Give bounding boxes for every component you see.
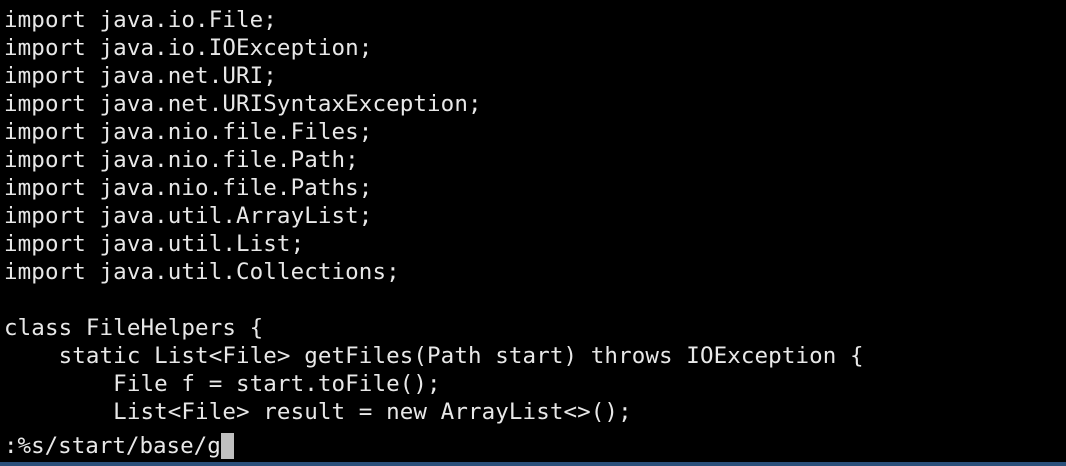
window-bottom-border xyxy=(0,462,1066,466)
code-line: import java.net.URI; xyxy=(4,63,277,89)
code-line: List<File> result = new ArrayList<>(); xyxy=(4,399,632,425)
code-line: import java.io.IOException; xyxy=(4,35,373,61)
code-line: import java.util.ArrayList; xyxy=(4,203,373,229)
terminal-window[interactable]: import java.io.File; import java.io.IOEx… xyxy=(0,0,1066,466)
text-cursor xyxy=(220,433,234,459)
code-line: import java.util.List; xyxy=(4,231,305,257)
code-line: import java.nio.file.Path; xyxy=(4,147,359,173)
code-line: import java.nio.file.Paths; xyxy=(4,175,373,201)
vim-command-line[interactable]: :%s/start/base/g xyxy=(4,432,234,460)
code-line: static List<File> getFiles(Path start) t… xyxy=(4,343,864,369)
code-line: import java.io.File; xyxy=(4,7,277,33)
code-line: import java.util.Collections; xyxy=(4,259,400,285)
command-text[interactable]: :%s/start/base/g xyxy=(4,433,221,459)
code-line: import java.net.URISyntaxException; xyxy=(4,91,482,117)
editor-buffer[interactable]: import java.io.File; import java.io.IOEx… xyxy=(4,6,1066,426)
code-line: File f = start.toFile(); xyxy=(4,371,441,397)
code-line: class FileHelpers { xyxy=(4,315,264,341)
code-line: import java.nio.file.Files; xyxy=(4,119,373,145)
